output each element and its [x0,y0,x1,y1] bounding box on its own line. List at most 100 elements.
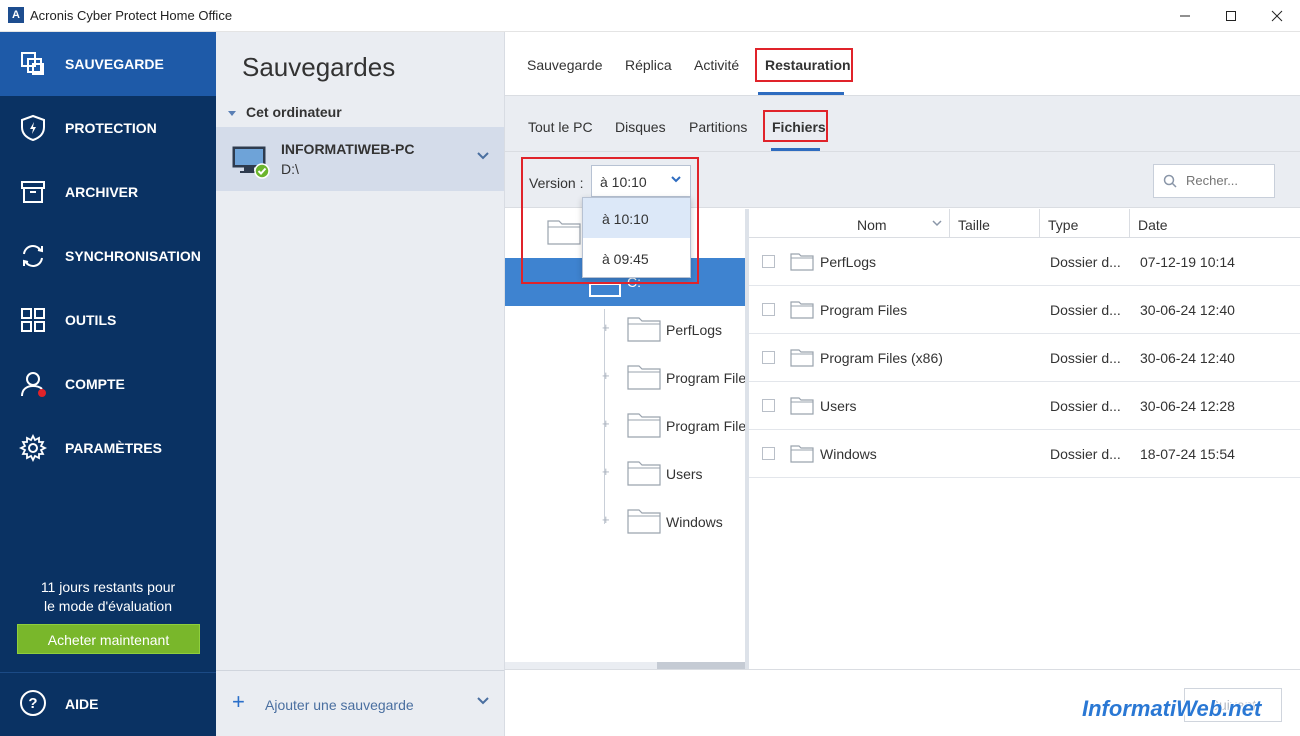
backup-name: INFORMATIWEB-PC [281,141,415,157]
nav-label: OUTILS [65,312,117,328]
row-checkbox[interactable] [762,399,775,412]
chevron-down-icon[interactable] [476,151,490,161]
tree-item[interactable]: + Users [602,450,747,498]
main-nav: SAUVEGARDE PROTECTION ARCHIVER SYNCHRONI… [0,32,216,736]
backups-panel: Sauvegardes Cet ordinateur INFORMATIWEB-… [216,32,505,736]
folder-icon [790,301,814,319]
nav-item-archiver[interactable]: ARCHIVER [0,160,216,224]
shield-bolt-icon [21,114,45,142]
row-checkbox[interactable] [762,351,775,364]
nav-label: COMPTE [65,376,125,392]
nav-item-parametres[interactable]: PARAMÈTRES [0,416,216,480]
nav-label: PARAMÈTRES [65,440,162,456]
table-row[interactable]: Program Files (x86) Dossier d... 30-06-2… [749,334,1300,382]
watermark-text: InformatiWeb.net [1082,696,1262,721]
column-header-nom[interactable]: Nom [857,217,887,233]
nav-label: SYNCHRONISATION [65,248,201,264]
computer-check-icon [232,146,270,179]
file-date: 30-06-24 12:28 [1140,398,1235,414]
file-date: 30-06-24 12:40 [1140,302,1235,318]
active-tab-indicator [758,92,844,95]
expand-plus-icon[interactable]: + [602,320,610,335]
table-row[interactable]: Windows Dossier d... 18-07-24 15:54 [749,430,1300,478]
plus-icon[interactable]: + [232,691,245,713]
table-row[interactable]: PerfLogs Dossier d... 07-12-19 10:14 [749,238,1300,286]
trial-line-2: le mode d'évaluation [44,598,172,614]
nav-item-sauvegarde[interactable]: SAUVEGARDE [0,32,216,96]
list-header: Nom Taille Type Date [749,209,1300,238]
table-row[interactable]: Program Files Dossier d... 30-06-24 12:4… [749,286,1300,334]
tree-item-label: Windows [666,514,723,530]
tab-activite[interactable]: Activité [694,57,739,73]
highlight-box [755,48,853,82]
backup-copy-icon [21,52,44,75]
svg-text:?: ? [28,695,37,712]
file-date: 30-06-24 12:40 [1140,350,1235,366]
search-input[interactable] [1186,173,1270,188]
file-name: Windows [820,446,877,462]
close-button[interactable] [1254,0,1300,32]
nav-item-compte[interactable]: COMPTE [0,352,216,416]
nav-label: SAUVEGARDE [65,56,164,72]
content-area: Sauvegarde Réplica Activité Restauration… [505,32,1300,736]
chevron-down-icon[interactable] [476,696,490,706]
backup-list-item[interactable]: INFORMATIWEB-PC D:\ [216,127,504,191]
tab-sauvegarde[interactable]: Sauvegarde [527,57,603,73]
tab-partitions[interactable]: Partitions [689,119,747,135]
tab-tout-le-pc[interactable]: Tout le PC [528,119,593,135]
expand-plus-icon[interactable]: + [602,416,610,431]
panel-title: Sauvegardes [242,52,396,82]
file-list: Nom Taille Type Date PerfLogs Dossier d.… [749,209,1300,669]
folder-icon [790,253,814,271]
tree-horizontal-scrollbar[interactable] [505,662,745,669]
nav-item-outils[interactable]: OUTILS [0,288,216,352]
sort-chevron-icon[interactable] [931,219,943,227]
column-header-type[interactable]: Type [1048,217,1078,233]
file-date: 07-12-19 10:14 [1140,254,1235,270]
expand-plus-icon[interactable]: + [602,368,610,383]
file-type: Dossier d... [1050,350,1121,366]
tab-disques[interactable]: Disques [615,119,666,135]
tree-item[interactable]: + PerfLogs [602,306,747,354]
tree-item[interactable]: + Program Files [602,354,747,402]
trial-line-1: 11 jours restants pour [40,579,176,595]
tab-replica[interactable]: Réplica [625,57,672,73]
buy-now-button[interactable]: Acheter maintenant [17,624,200,654]
nav-label: ARCHIVER [65,184,139,200]
column-header-taille[interactable]: Taille [958,217,990,233]
nav-label: PROTECTION [65,120,157,136]
scrollbar-thumb[interactable] [657,662,745,669]
file-type: Dossier d... [1050,254,1121,270]
highlight-box [763,110,828,142]
group-header-this-computer[interactable]: Cet ordinateur [228,104,342,120]
expand-plus-icon[interactable]: + [602,512,610,527]
sync-arrows-icon [23,245,43,267]
add-backup-link[interactable]: Ajouter une sauvegarde [265,697,414,713]
column-divider[interactable] [1039,209,1040,238]
table-row[interactable]: Users Dossier d... 30-06-24 12:28 [749,382,1300,430]
nav-item-aide[interactable]: ? AIDE [0,673,216,736]
column-header-date[interactable]: Date [1138,217,1168,233]
column-divider[interactable] [949,209,950,238]
row-checkbox[interactable] [762,255,775,268]
highlight-box [521,157,699,284]
search-box[interactable] [1153,164,1275,198]
row-checkbox[interactable] [762,447,775,460]
expand-plus-icon[interactable]: + [602,464,610,479]
nav-item-protection[interactable]: PROTECTION [0,96,216,160]
minimize-button[interactable] [1162,0,1208,32]
active-subtab-indicator [771,148,820,151]
tree-item-label: PerfLogs [666,322,723,338]
file-name: Program Files [820,302,908,318]
tree-item[interactable]: + Windows [602,498,747,546]
column-divider[interactable] [1129,209,1130,238]
sub-tabs: Tout le PC Disques Partitions Fichiers [505,96,1300,152]
nav-item-synchronisation[interactable]: SYNCHRONISATION [0,224,216,288]
folder-icon [790,397,814,415]
file-type: Dossier d... [1050,446,1121,462]
tree-item[interactable]: + Program Files [602,402,747,450]
trial-notice: 11 jours restants pour le mode d'évaluat… [0,578,216,616]
maximize-button[interactable] [1208,0,1254,32]
tree-item-label: Users [666,466,703,482]
row-checkbox[interactable] [762,303,775,316]
